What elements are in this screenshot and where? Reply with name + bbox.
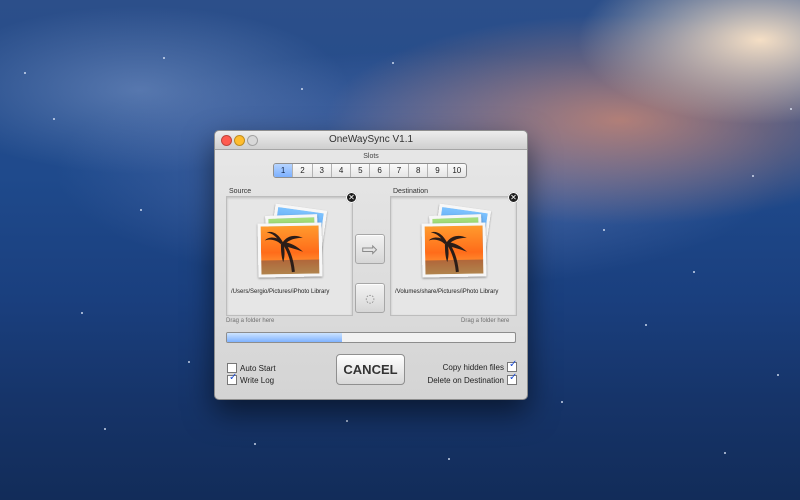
star [724,452,726,454]
palm-tree-icon [425,231,484,275]
photo-front [257,222,323,278]
star [254,443,256,445]
slot-2[interactable]: 2 [293,164,313,177]
star [561,401,563,403]
photo-front [421,222,487,278]
star [790,108,792,110]
sync-progress-bar [226,332,516,343]
progress-fill [227,333,343,342]
window-title: OneWaySync V1.1 [328,134,414,145]
auto-start-label: Auto Start [240,363,276,373]
slot-4[interactable]: 4 [332,164,352,177]
slot-3[interactable]: 3 [313,164,332,177]
copy-hidden-files-checkbox[interactable] [507,359,517,372]
slot-9[interactable]: 9 [428,164,448,177]
remove-destination-button[interactable]: ✕ [508,192,519,203]
slot-6[interactable]: 6 [370,164,390,177]
star [53,118,55,120]
destination-label: Destination [393,188,429,195]
source-path: /Users/Sergio/Pictures/iPhoto Library [231,289,330,295]
star [752,175,754,177]
spinner-icon: ◌ [365,291,375,305]
slot-10[interactable]: 10 [448,164,466,177]
star [24,72,26,74]
cancel-button[interactable]: CANCEL [336,354,405,385]
spinner-button[interactable]: ◌ [355,283,385,313]
slot-8[interactable]: 8 [409,164,429,177]
delete-on-destination-checkbox[interactable] [507,372,517,385]
star [645,324,647,326]
star [301,88,303,90]
write-log-option[interactable]: Write Log [227,372,275,385]
star [392,62,394,64]
copy-hidden-files-option[interactable]: Copy hidden files [442,359,517,372]
slot-5[interactable]: 5 [351,164,371,177]
destination-library-icon [421,203,492,278]
slot-selector[interactable]: 1 2 3 4 5 6 7 8 9 10 [273,163,467,178]
star [693,271,695,273]
destination-drop-zone[interactable]: /Volumes/share/Pictures/iPhoto Library [390,196,517,316]
palm-tree-icon [261,231,320,275]
title-bar[interactable]: OneWaySync V1.1 [215,131,527,150]
star [448,458,450,460]
source-drag-hint: Drag a folder here [226,318,275,324]
write-log-checkbox[interactable] [227,372,237,385]
star [188,361,190,363]
remove-source-button[interactable]: ✕ [346,192,357,203]
source-library-icon [257,203,328,278]
star [346,420,348,422]
delete-on-destination-option[interactable]: Delete on Destination [427,372,517,385]
star [104,428,106,430]
star [81,312,83,314]
source-drop-zone[interactable]: /Users/Sergio/Pictures/iPhoto Library [226,196,353,316]
source-label: Source [229,188,252,195]
slot-7[interactable]: 7 [390,164,410,177]
copy-hidden-files-label: Copy hidden files [442,362,504,372]
delete-on-destination-label: Delete on Destination [427,375,505,385]
write-log-label: Write Log [240,375,275,385]
app-window: OneWaySync V1.1 Slots 1 2 3 4 5 6 7 8 9 … [214,130,528,400]
arrow-right-icon: ⇨ [361,237,379,261]
sync-arrow-button[interactable]: ⇨ [355,234,385,264]
star [140,209,142,211]
star [163,57,165,59]
slot-1[interactable]: 1 [274,164,294,177]
slots-label: Slots [363,153,379,160]
destination-drag-hint: Drag a folder here [461,318,510,324]
destination-path: /Volumes/share/Pictures/iPhoto Library [395,289,499,295]
star [603,229,605,231]
star [777,374,779,376]
